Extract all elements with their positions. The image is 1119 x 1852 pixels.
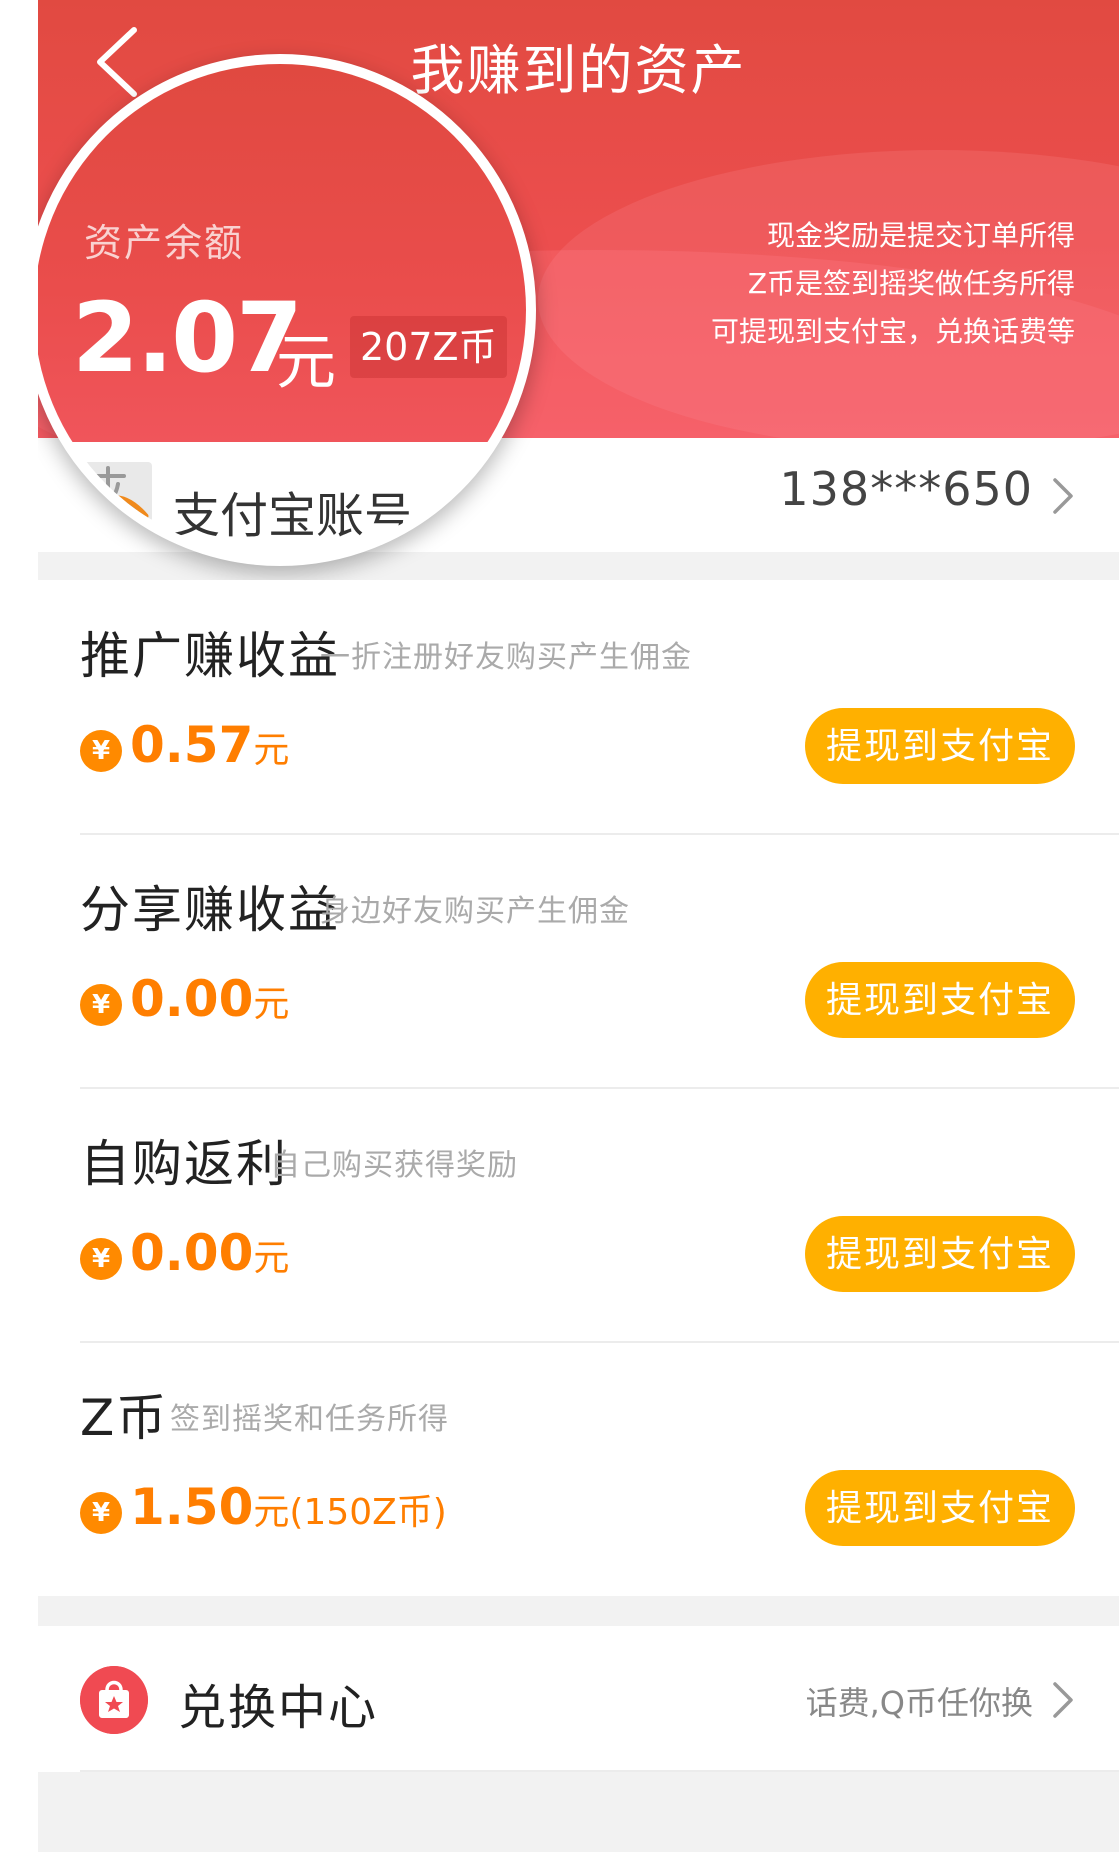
balance-unit: 元 xyxy=(276,328,336,398)
earning-section-promotion: 推广赚收益 一折注册好友购买产生佣金 ¥ 0.57元 提现到支付宝 xyxy=(38,580,1119,834)
section-amount: 1.50元(150Z币) xyxy=(130,1478,447,1536)
alipay-icon xyxy=(84,462,152,522)
withdraw-to-alipay-button[interactable]: 提现到支付宝 xyxy=(805,1470,1075,1546)
balance-amount: 2.07 xyxy=(72,282,303,394)
yuan-coin-icon: ¥ xyxy=(80,730,122,772)
amount-value: 1.50 xyxy=(130,1478,254,1536)
section-amount: 0.57元 xyxy=(130,716,289,774)
app-screen: 我赚到的资产 现金奖励是提交订单所得 Z币是签到摇奖做任务所得 可提现到支付宝，… xyxy=(0,0,1119,1852)
amount-unit: 元 xyxy=(253,730,290,771)
amount-value: 0.00 xyxy=(130,1224,254,1282)
section-amount: 0.00元 xyxy=(130,970,289,1028)
earning-section-z-coins: Z币 签到摇奖和任务所得 ¥ 1.50元(150Z币) 提现到支付宝 xyxy=(38,1342,1119,1596)
section-title: Z币 xyxy=(80,1389,169,1447)
alipay-account-value: 138***650 xyxy=(779,462,1033,516)
amount-unit: 元 xyxy=(253,984,290,1025)
yuan-coin-icon: ¥ xyxy=(80,1238,122,1280)
section-title: 自购返利 xyxy=(80,1135,288,1193)
section-subtitle: 自己购买获得奖励 xyxy=(270,1148,518,1183)
amount-value: 0.00 xyxy=(130,970,254,1028)
chevron-right-icon xyxy=(1053,1682,1073,1718)
exchange-center-note: 话费,Q币任你换 xyxy=(805,1684,1033,1722)
alipay-label: 支付宝账号 xyxy=(172,488,413,544)
yuan-coin-icon: ¥ xyxy=(80,984,122,1026)
section-subtitle: 签到摇奖和任务所得 xyxy=(170,1402,449,1437)
gift-bag-icon xyxy=(80,1666,148,1734)
header-note: Z币是签到摇奖做任务所得 xyxy=(747,267,1075,300)
section-amount: 0.00元 xyxy=(130,1224,289,1282)
phone-viewport: 我赚到的资产 现金奖励是提交订单所得 Z币是签到摇奖做任务所得 可提现到支付宝，… xyxy=(38,0,1119,1852)
withdraw-to-alipay-button[interactable]: 提现到支付宝 xyxy=(805,708,1075,784)
withdraw-to-alipay-button[interactable]: 提现到支付宝 xyxy=(805,962,1075,1038)
amount-unit: 元 xyxy=(253,1492,290,1533)
amount-value: 0.57 xyxy=(130,716,254,774)
amount-extra: (150Z币) xyxy=(289,1492,447,1533)
section-title: 分享赚收益 xyxy=(80,881,340,939)
exchange-center-title: 兑换中心 xyxy=(178,1680,379,1736)
earning-section-self-purchase: 自购返利 自己购买获得奖励 ¥ 0.00元 提现到支付宝 xyxy=(38,1088,1119,1342)
header-note: 可提现到支付宝，兑换话费等 xyxy=(710,315,1075,348)
exchange-center-row[interactable]: 兑换中心 话费,Q币任你换 xyxy=(38,1626,1119,1772)
section-title: 推广赚收益 xyxy=(80,627,340,685)
header-notes: 现金奖励是提交订单所得 Z币是签到摇奖做任务所得 可提现到支付宝，兑换话费等 xyxy=(711,212,1075,356)
coins-badge: 207Z币 xyxy=(350,316,507,378)
withdraw-to-alipay-button[interactable]: 提现到支付宝 xyxy=(805,1216,1075,1292)
header-note: 现金奖励是提交订单所得 xyxy=(766,219,1075,252)
balance-magnifier: 资产余额 2.07 元 207Z币 支付宝账号 xyxy=(38,54,536,566)
chevron-right-icon xyxy=(1053,478,1073,514)
section-subtitle: 身边好友购买产生佣金 xyxy=(320,894,630,929)
section-subtitle: 一折注册好友购买产生佣金 xyxy=(320,640,692,675)
yuan-coin-icon: ¥ xyxy=(80,1492,122,1534)
earnings-list: 推广赚收益 一折注册好友购买产生佣金 ¥ 0.57元 提现到支付宝 分享赚收益 … xyxy=(38,580,1119,1596)
divider xyxy=(80,1770,1119,1772)
earning-section-share: 分享赚收益 身边好友购买产生佣金 ¥ 0.00元 提现到支付宝 xyxy=(38,834,1119,1088)
balance-label: 资产余额 xyxy=(84,221,245,265)
amount-unit: 元 xyxy=(253,1238,290,1279)
